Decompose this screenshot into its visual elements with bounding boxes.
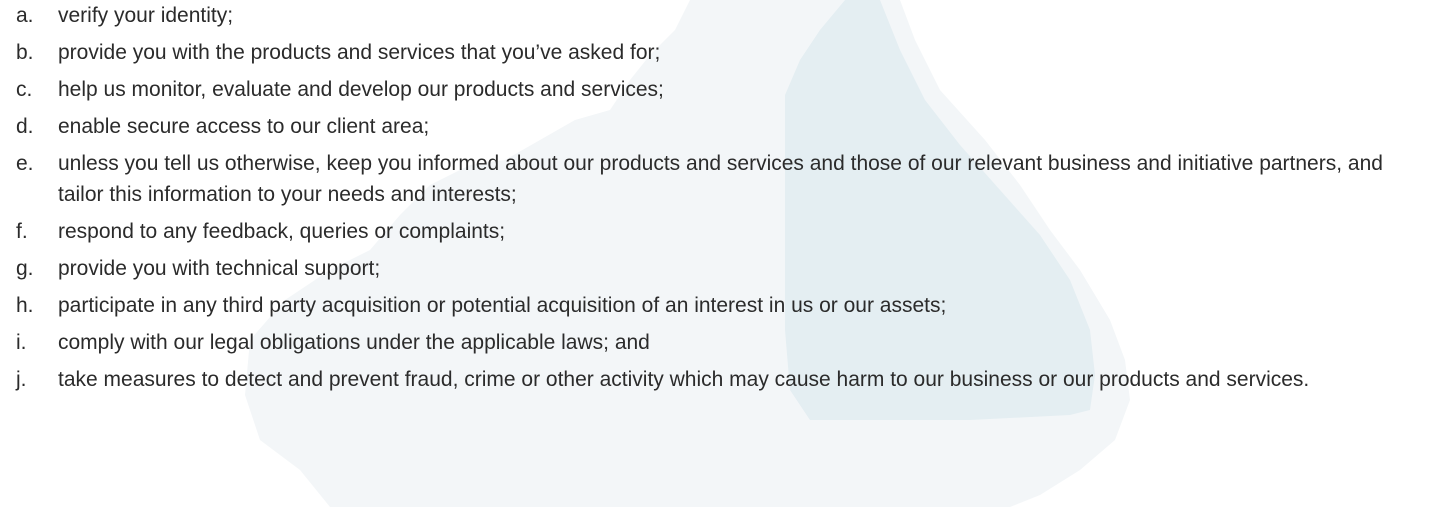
list-item: b. provide you with the products and ser… — [0, 31, 1435, 68]
list-item-text: comply with our legal obligations under … — [58, 331, 650, 354]
list-item-text: unless you tell us otherwise, keep you i… — [58, 152, 1383, 206]
list-item-text: enable secure access to our client area; — [58, 115, 430, 138]
list-item-text: respond to any feedback, queries or comp… — [58, 220, 506, 243]
list-item-text: verify your identity; — [58, 4, 234, 27]
list-item: g. provide you with technical support; — [0, 247, 1435, 284]
list-marker: h. — [16, 294, 34, 317]
list-item: d. enable secure access to our client ar… — [0, 105, 1435, 142]
list-marker: a. — [16, 4, 34, 27]
list-marker: j. — [16, 368, 27, 391]
list-marker: c. — [16, 78, 33, 101]
list-item: a. verify your identity; — [0, 0, 1435, 31]
list-marker: b. — [16, 41, 34, 64]
purposes-list: a. verify your identity; b. provide you … — [0, 0, 1435, 395]
list-item: h. participate in any third party acquis… — [0, 284, 1435, 321]
list-marker: d. — [16, 115, 34, 138]
list-item-text: participate in any third party acquisiti… — [58, 294, 947, 317]
list-item: f. respond to any feedback, queries or c… — [0, 210, 1435, 247]
list-item-text: take measures to detect and prevent frau… — [58, 368, 1310, 391]
list-item-text: help us monitor, evaluate and develop ou… — [58, 78, 664, 101]
list-item: c. help us monitor, evaluate and develop… — [0, 68, 1435, 105]
list-item-text: provide you with technical support; — [58, 257, 381, 280]
list-marker: g. — [16, 257, 34, 280]
list-marker: i. — [16, 331, 27, 354]
list-item: j. take measures to detect and prevent f… — [0, 358, 1435, 395]
list-marker: e. — [16, 152, 34, 175]
list-item: i. comply with our legal obligations und… — [0, 321, 1435, 358]
list-marker: f. — [16, 220, 28, 243]
list-item-text: provide you with the products and servic… — [58, 41, 661, 64]
list-item: e. unless you tell us otherwise, keep yo… — [0, 142, 1435, 210]
